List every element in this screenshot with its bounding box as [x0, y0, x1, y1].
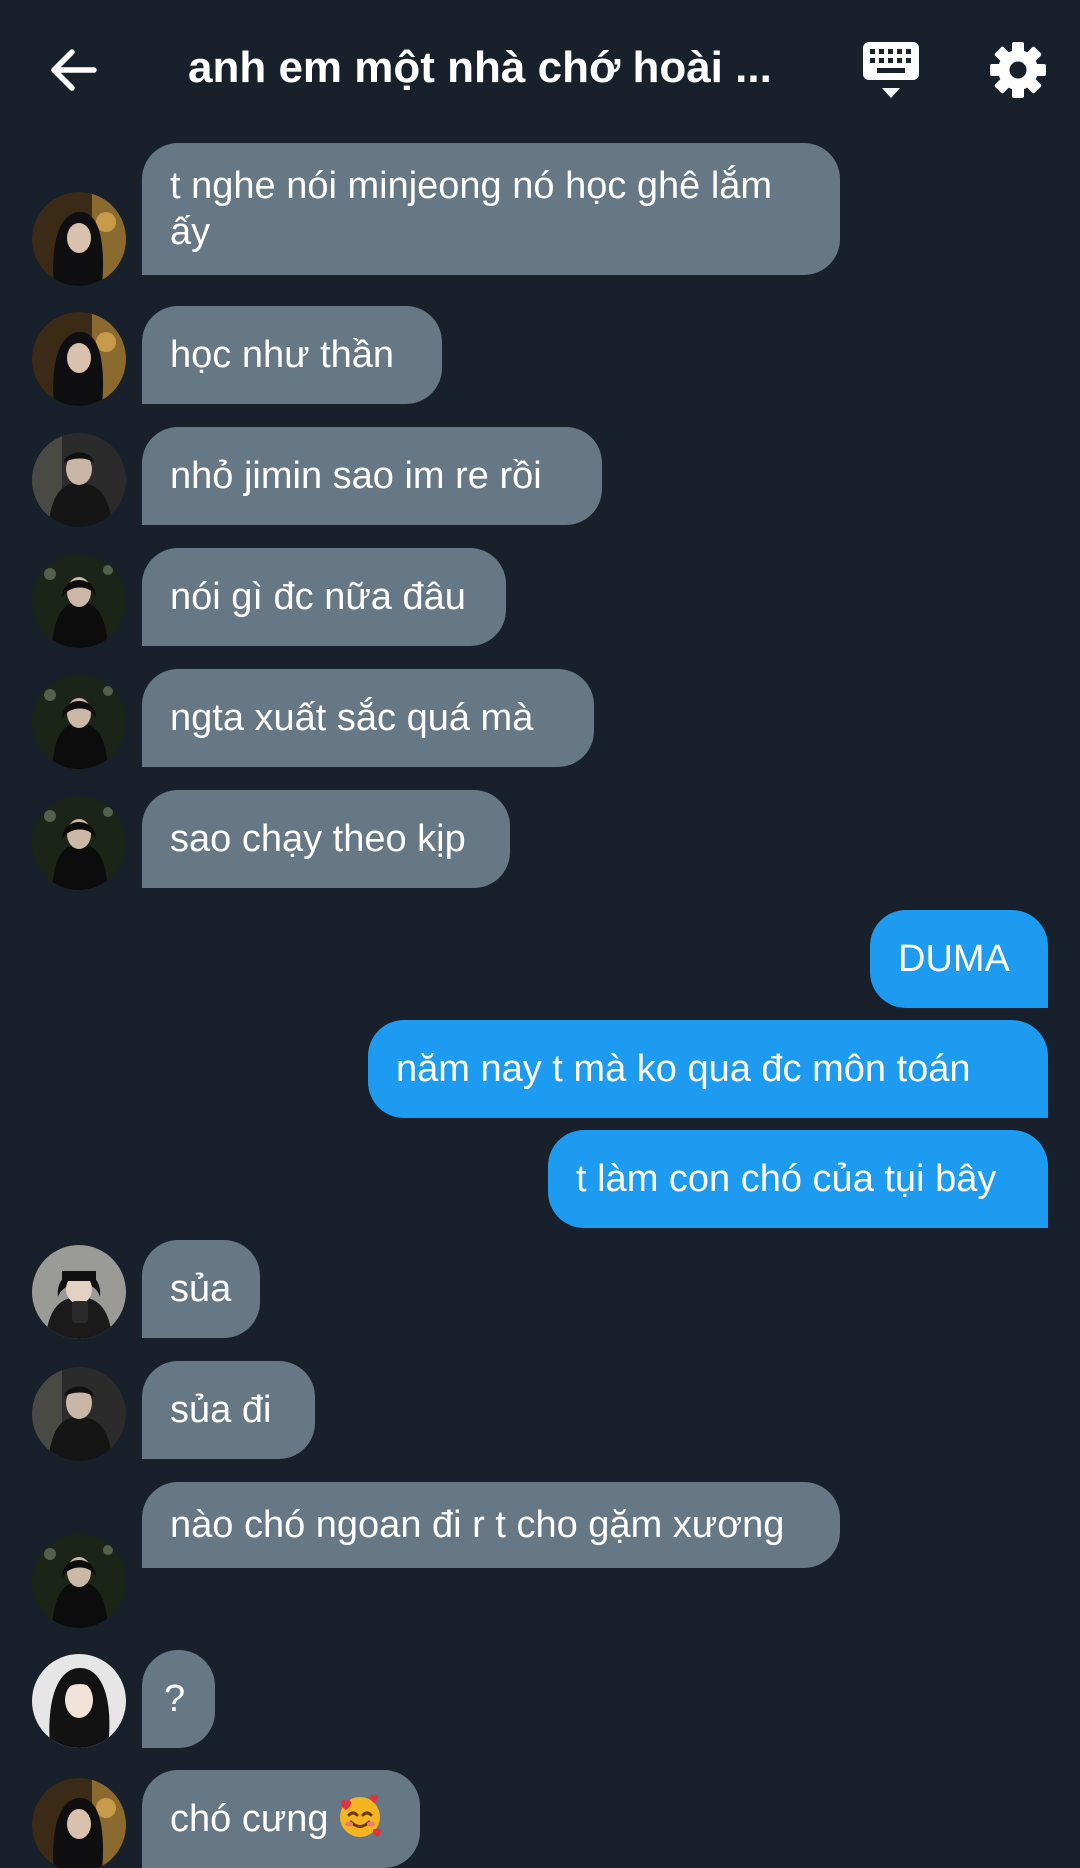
avatar-photo-icon [32, 1778, 126, 1868]
message-bubble-incoming[interactable]: sủa [142, 1240, 260, 1338]
avatar-photo-icon [32, 1367, 126, 1461]
message-bubble-incoming[interactable]: ngta xuất sắc quá mà [142, 669, 594, 767]
message-bubble-incoming[interactable]: nào chó ngoan đi r t cho gặm xương [142, 1482, 840, 1568]
smiling-face-with-hearts-icon [339, 1794, 381, 1837]
message-text: DUMA [898, 938, 1010, 980]
avatar-photo-icon [32, 675, 126, 769]
message-bubble-outgoing[interactable]: năm nay t mà ko qua đc môn toán [368, 1020, 1048, 1118]
message-bubble-incoming[interactable]: sao chạy theo kịp [142, 790, 510, 888]
avatar[interactable] [32, 433, 126, 527]
message-bubble-incoming[interactable]: sủa đi [142, 1361, 315, 1459]
message-text: sủa đi [170, 1389, 272, 1431]
keyboard-button[interactable] [862, 40, 920, 102]
message-text: nói gì đc nữa đâu [170, 576, 466, 618]
message-text: học như thần [170, 334, 395, 376]
settings-button[interactable] [988, 40, 1048, 100]
avatar[interactable] [32, 1654, 126, 1748]
avatar[interactable] [32, 796, 126, 890]
message-text: nhỏ jimin sao im re rồi [170, 455, 542, 497]
avatar[interactable] [32, 1245, 126, 1339]
message-bubble-incoming[interactable]: học như thần [142, 306, 442, 404]
message-bubble-incoming[interactable]: chó cưng [142, 1770, 420, 1868]
message-bubble-incoming[interactable]: nhỏ jimin sao im re rồi [142, 427, 602, 525]
avatar-photo-icon [32, 192, 126, 286]
gear-icon [990, 42, 1046, 98]
avatar[interactable] [32, 312, 126, 406]
avatar[interactable] [32, 554, 126, 648]
message-bubble-incoming[interactable]: ? [142, 1650, 215, 1748]
conversation-title[interactable]: anh em một nhà chớ hoài ... [188, 38, 772, 98]
message-text: t làm con chó của tụi bây [576, 1158, 997, 1200]
message-text: t nghe nói minjeong nó học ghê lắm ấy [170, 165, 773, 253]
avatar-photo-icon [32, 554, 126, 648]
message-text: sủa [170, 1268, 232, 1310]
message-bubble-incoming[interactable]: nói gì đc nữa đâu [142, 548, 506, 646]
chat-header: anh em một nhà chớ hoài ... [0, 0, 1080, 140]
keyboard-icon [863, 42, 919, 98]
avatar[interactable] [32, 1534, 126, 1628]
message-text: năm nay t mà ko qua đc môn toán [396, 1048, 971, 1090]
message-bubble-outgoing[interactable]: t làm con chó của tụi bây [548, 1130, 1048, 1228]
message-text: sao chạy theo kịp [170, 818, 466, 860]
avatar-photo-icon [32, 796, 126, 890]
avatar[interactable] [32, 1778, 126, 1868]
avatar-photo-icon [32, 312, 126, 406]
avatar[interactable] [32, 675, 126, 769]
message-text-content: chó cưng [170, 1798, 329, 1840]
message-bubble-outgoing[interactable]: DUMA [870, 910, 1048, 1008]
avatar[interactable] [32, 1367, 126, 1461]
chat-screen: anh em một nhà chớ hoài ... t nghe nói m… [0, 0, 1080, 1868]
back-button[interactable] [46, 42, 102, 98]
message-text: ngta xuất sắc quá mà [170, 697, 534, 739]
avatar-photo-icon [32, 1654, 126, 1748]
avatar-photo-icon [32, 1534, 126, 1628]
avatar-photo-icon [32, 1245, 126, 1339]
message-bubble-incoming[interactable]: t nghe nói minjeong nó học ghê lắm ấy [142, 143, 840, 275]
avatar[interactable] [32, 192, 126, 286]
avatar-photo-icon [32, 433, 126, 527]
arrow-left-icon [51, 49, 97, 91]
message-text: nào chó ngoan đi r t cho gặm xương [170, 1504, 785, 1546]
message-text: chó cưng [170, 1770, 392, 1868]
message-text: ? [164, 1678, 186, 1720]
